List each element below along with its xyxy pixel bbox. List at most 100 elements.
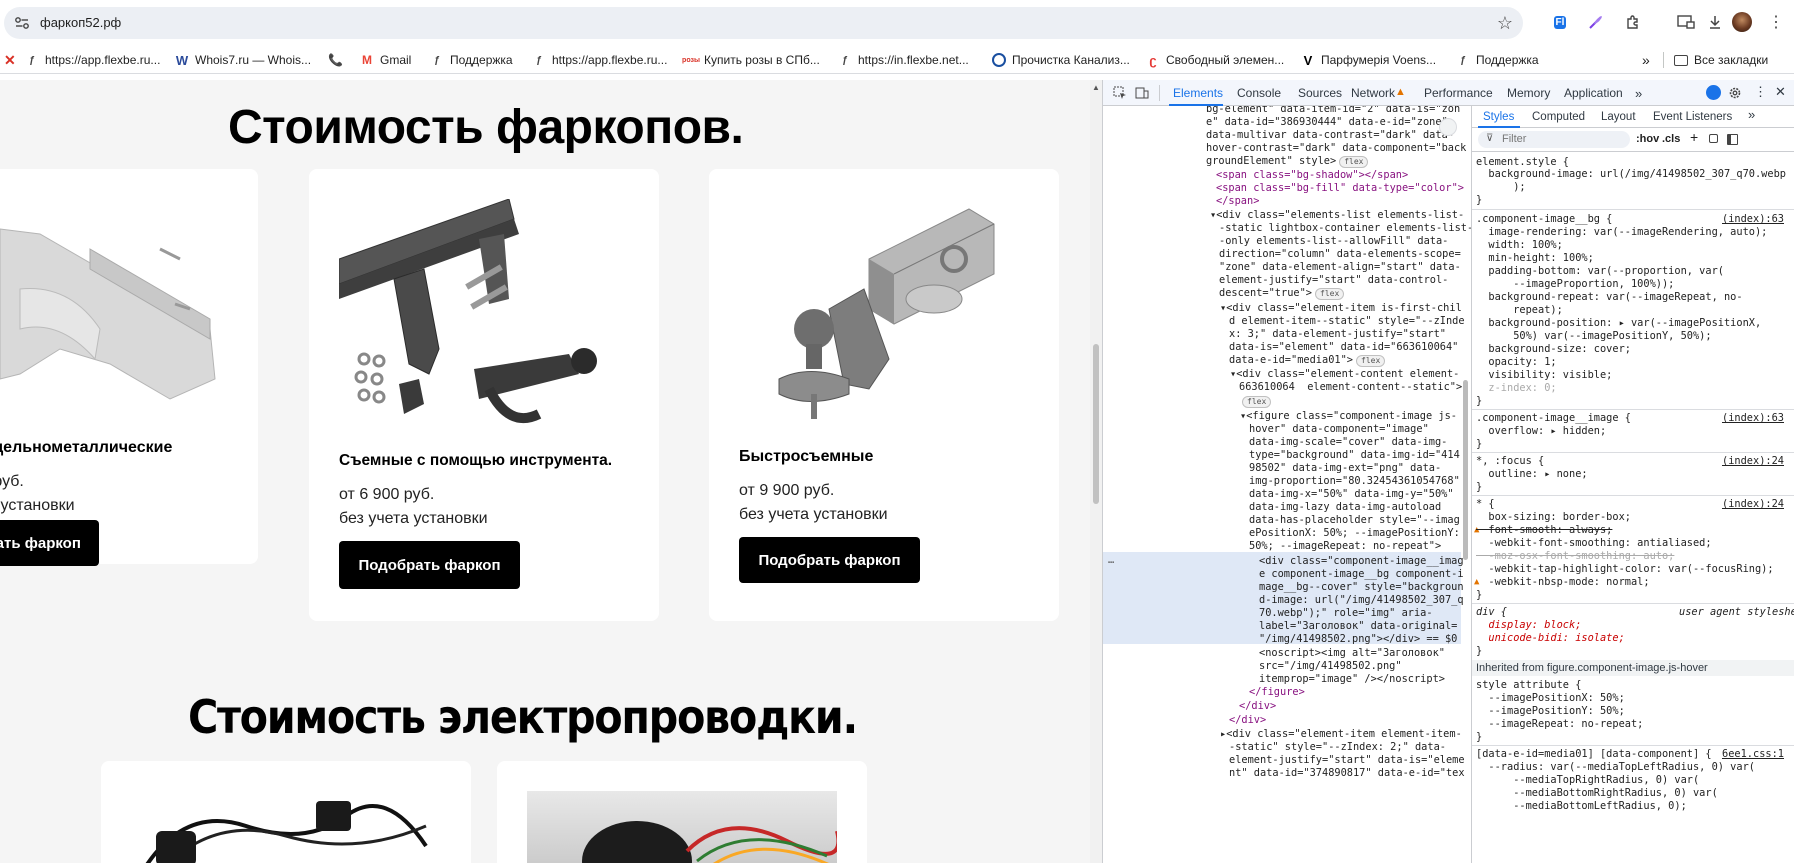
dom-line[interactable]: 98502" data-img-ext="png" data- — [1249, 462, 1441, 475]
dom-line[interactable]: data-img-scale="cover" data-img- — [1249, 436, 1447, 449]
url-text[interactable]: фаркоп52.рф — [40, 15, 121, 30]
bookmark-phone-icon[interactable]: 📞 — [328, 52, 343, 68]
dom-line[interactable]: data-img-lazy data-img-autoload — [1249, 501, 1441, 514]
dom-line[interactable]: d element-item--static" style="--zInde — [1229, 315, 1465, 328]
dom-line[interactable]: hover" data-component="image" — [1249, 423, 1429, 436]
dom-line[interactable]: ▸<div class="element-item element-item- — [1220, 728, 1462, 741]
dom-line[interactable]: </figure> — [1249, 686, 1305, 699]
tab-memory[interactable]: Memory — [1507, 86, 1550, 100]
rule-source-link[interactable]: (index):24 — [1722, 498, 1784, 511]
bookmark-item[interactable]: W Whois7.ru — Whois... — [175, 52, 311, 68]
devtools-menu-icon[interactable]: ⋮ — [1754, 84, 1767, 100]
tab-console[interactable]: Console — [1237, 86, 1281, 100]
css-declaration[interactable]: padding-bottom: var(--proportion, var( — [1476, 265, 1724, 278]
css-declaration[interactable]: background-repeat: var(--imageRepeat, no… — [1476, 291, 1742, 304]
bookmark-item[interactable]: V Парфумерія Voens... — [1301, 52, 1436, 68]
bookmark-star-icon[interactable]: ☆ — [1497, 13, 1513, 34]
elements-tree[interactable]: bg-element" data-item-id="2" data-is="zo… — [1103, 106, 1471, 863]
flex-badge[interactable]: flex — [1242, 396, 1272, 408]
css-declaration[interactable]: repeat); — [1476, 304, 1563, 317]
tab-styles[interactable]: Styles — [1483, 111, 1514, 124]
inspect-element-icon[interactable] — [1113, 86, 1127, 100]
elements-scrollbar-thumb[interactable] — [1463, 380, 1468, 560]
dom-line[interactable]: groundElement" style> flex — [1206, 155, 1369, 168]
css-declaration[interactable]: image-rendering: var(--imageRendering, a… — [1476, 226, 1767, 239]
tab-application[interactable]: Application — [1564, 86, 1623, 100]
new-style-rule-icon[interactable]: + — [1690, 130, 1698, 144]
extension-fl-icon[interactable]: Fl — [1549, 11, 1571, 33]
dom-line[interactable]: "zone" data-element-align="start" data- — [1219, 261, 1461, 274]
more-tabs-chevron-icon[interactable]: » — [1635, 86, 1642, 101]
more-tabs-chevron-icon[interactable]: » — [1748, 108, 1755, 122]
css-declaration[interactable]: ); — [1476, 181, 1525, 194]
dom-line[interactable]: <span class="bg-fill" data-type="color"> — [1216, 182, 1464, 195]
css-declaration-inactive[interactable]: z-index: 0; — [1476, 382, 1556, 395]
dom-line[interactable]: bg-element" data-item-id="2" data-is="zo… — [1206, 106, 1460, 116]
choose-hitch-button[interactable]: Подобрать фаркоп — [339, 541, 520, 589]
dom-line[interactable]: data-is="element" data-id="663610064" — [1229, 341, 1458, 354]
tab-layout[interactable]: Layout — [1601, 111, 1636, 124]
tab-elements[interactable]: Elements — [1173, 86, 1223, 100]
dom-line[interactable]: data-has-placeholder style="--imag — [1249, 514, 1460, 527]
bookmark-close-icon[interactable]: ✕ — [4, 52, 16, 68]
more-actions-ellipsis[interactable]: … — [1108, 554, 1114, 567]
bookmark-item[interactable]: ƒ https://app.flexbe.ru... — [25, 52, 160, 68]
dom-line[interactable]: src="/img/41498502.png" — [1259, 660, 1402, 673]
site-info-icon[interactable] — [14, 15, 30, 31]
tab-event-listeners[interactable]: Event Listeners — [1653, 111, 1732, 124]
dom-line[interactable]: nt" data-id="374890817" data-e-id="tex — [1229, 767, 1465, 780]
toggle-sidebar-icon[interactable] — [1727, 134, 1738, 145]
css-declaration[interactable]: box-sizing: border-box; — [1476, 511, 1631, 524]
scroll-up-arrow-icon[interactable]: ▲ — [1092, 83, 1100, 92]
dom-line[interactable]: -static" style="--zIndex: 2;" data- — [1229, 741, 1446, 754]
dom-line[interactable]: <span class="bg-shadow"></span> — [1216, 169, 1408, 182]
css-declaration-overridden[interactable]: -moz-osx-font-smoothing: auto; — [1476, 550, 1674, 563]
css-declaration[interactable]: --imageRepeat: no-repeat; — [1476, 718, 1643, 731]
dom-line[interactable]: ▾<figure class="component-image js- — [1240, 410, 1457, 423]
flex-badge[interactable]: flex — [1339, 156, 1369, 168]
styles-filter-input[interactable]: ⊽ Filter — [1478, 131, 1630, 148]
dom-line-selected[interactable]: e component-image__bg component-i — [1259, 568, 1464, 581]
page-scrollbar[interactable]: ▲ — [1090, 80, 1102, 863]
css-declaration[interactable]: --imageProportion, 100%)); — [1476, 278, 1674, 291]
bookmark-item[interactable]: ƒ Поддержка — [430, 52, 512, 68]
dom-line[interactable]: descent="true"> flex — [1219, 287, 1345, 300]
extension-feather-icon[interactable] — [1585, 11, 1607, 33]
tab-performance[interactable]: Performance — [1424, 86, 1493, 100]
rule-source-link[interactable]: (index):63 — [1722, 213, 1784, 226]
dom-line-selected[interactable]: d-image: url("/img/41498502_307_q — [1259, 594, 1464, 607]
tab-network[interactable]: Network — [1351, 86, 1395, 100]
elements-scrollbar[interactable] — [1461, 110, 1469, 834]
rule-source-link[interactable]: (index):63 — [1722, 412, 1784, 425]
dom-line-selected[interactable]: "/img/41498502.png"></div> == $0 — [1259, 633, 1457, 646]
download-icon[interactable] — [1704, 11, 1726, 33]
accessibility-tree-icon[interactable] — [1439, 118, 1457, 136]
choose-hitch-button[interactable]: обрать фаркоп — [0, 520, 99, 566]
css-declaration[interactable]: --mediaBottomRightRadius, 0) var( — [1476, 787, 1718, 800]
tab-computed[interactable]: Computed — [1532, 111, 1585, 124]
css-declaration[interactable]: background-size: cover; — [1476, 343, 1631, 356]
dom-line[interactable]: direction="column" data-elements-scope= — [1219, 248, 1461, 261]
dom-line-selected[interactable]: label="Заголовок" data-original= — [1259, 620, 1457, 633]
dom-line[interactable]: ▾<div class="element-content element- — [1230, 368, 1459, 381]
address-bar[interactable]: фаркоп52.рф ☆ — [4, 7, 1523, 39]
bookmark-item[interactable]: ʗ Свободный элемен... — [1146, 52, 1284, 68]
dom-line[interactable]: ▾<div class="elements-list elements-list… — [1210, 209, 1464, 222]
css-declaration[interactable]: width: 100%; — [1476, 239, 1562, 252]
css-declaration[interactable]: --mediaTopRightRadius, 0) var( — [1476, 774, 1699, 787]
toggle-rendering-icon[interactable] — [1709, 134, 1718, 143]
dom-line[interactable]: img-proportion="80.32454361054768" — [1249, 475, 1460, 488]
dom-line[interactable]: -only elements-list--allowFill" data- — [1219, 235, 1448, 248]
dom-line[interactable]: flex — [1239, 395, 1272, 408]
css-declaration[interactable]: background-image: url(/img/41498502_307_… — [1476, 168, 1786, 181]
css-declaration[interactable]: --mediaBottomLeftRadius, 0); — [1476, 800, 1687, 813]
profile-avatar[interactable] — [1731, 11, 1753, 33]
choose-hitch-button[interactable]: Подобрать фаркоп — [739, 537, 920, 583]
rule-source-link[interactable]: 6ee1.css:1 — [1722, 748, 1784, 761]
browser-menu-icon[interactable]: ⋮ — [1765, 11, 1787, 33]
dom-line[interactable]: -static lightbox-container elements-list… — [1219, 222, 1471, 235]
all-bookmarks-button[interactable]: Все закладки — [1674, 52, 1768, 68]
dom-line[interactable]: itemprop="image" /></noscript> — [1259, 673, 1445, 686]
dom-line[interactable]: <noscript><img alt="Заголовок" — [1259, 647, 1445, 660]
dom-line[interactable]: data-multivar data-contrast="dark" data- — [1206, 129, 1454, 142]
